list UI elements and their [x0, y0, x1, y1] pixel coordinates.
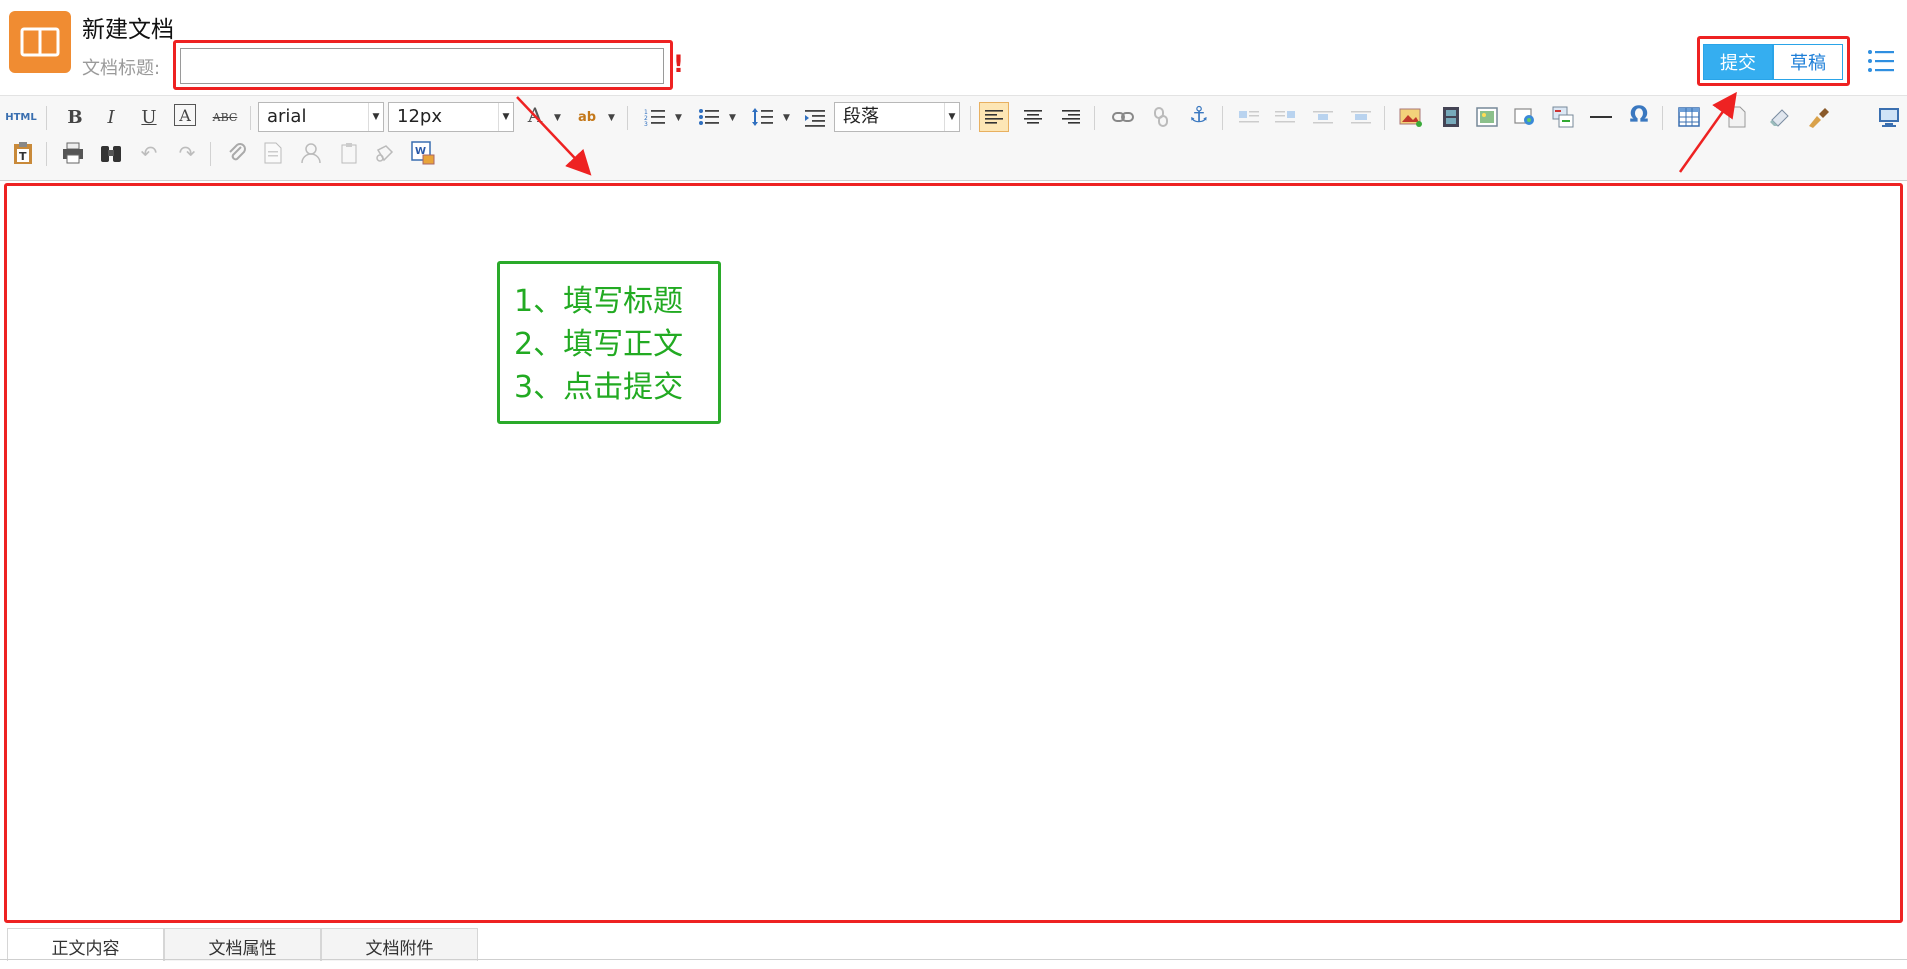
required-mark: ! — [673, 50, 684, 78]
special-char-icon[interactable]: Ω — [1626, 102, 1652, 128]
chevron-down-icon: ▼ — [498, 103, 513, 131]
annotation-title-box — [173, 40, 673, 90]
page-title: 新建文档 — [82, 17, 174, 43]
line-height-icon[interactable] — [750, 104, 776, 130]
font-size-select[interactable]: 12px ▼ — [388, 102, 514, 132]
font-size-value: 12px — [397, 106, 442, 127]
tab-document-attachments[interactable]: 文档附件 — [321, 928, 478, 961]
insert-image-icon[interactable] — [1398, 104, 1424, 130]
ordered-list-icon[interactable]: 123 — [642, 104, 668, 130]
align-center-icon[interactable] — [1020, 104, 1046, 130]
undo-icon[interactable]: ↶ — [136, 140, 162, 166]
tabs-divider — [0, 959, 1907, 960]
insert-frame-icon[interactable] — [1550, 104, 1576, 130]
svg-text:3: 3 — [644, 121, 648, 127]
toolbar-separator — [1384, 106, 1385, 130]
toolbar-separator — [1662, 106, 1663, 130]
toolbar-separator — [46, 106, 47, 130]
search-replace-icon[interactable] — [98, 140, 124, 166]
chevron-down-icon[interactable]: ▼ — [608, 113, 615, 123]
insert-video-icon[interactable] — [1438, 104, 1464, 130]
annotation-actions-box — [1697, 36, 1850, 86]
tab-document-properties[interactable]: 文档属性 — [164, 928, 321, 961]
image-float-left-icon[interactable] — [1236, 104, 1262, 130]
clipboard-icon[interactable] — [336, 140, 362, 166]
editor-toolbar: HTML B I U A ABC arial ▼ 12px ▼ A ▼ ab ▼… — [0, 95, 1907, 181]
toolbar-separator — [250, 106, 251, 130]
word-import-icon[interactable]: W — [410, 140, 436, 166]
page-break-icon[interactable] — [1724, 104, 1750, 130]
annotation-editor-box — [4, 183, 1903, 923]
format-painter-icon[interactable] — [1806, 104, 1832, 130]
image-float-right-icon[interactable] — [1272, 104, 1298, 130]
underline-button[interactable]: U — [136, 104, 162, 130]
font-border-button[interactable]: A — [174, 104, 196, 126]
print-icon[interactable] — [60, 140, 86, 166]
chevron-down-icon[interactable]: ▼ — [675, 113, 682, 123]
chevron-down-icon: ▼ — [368, 103, 383, 131]
chevron-down-icon[interactable]: ▼ — [783, 113, 790, 123]
music-icon[interactable] — [372, 140, 398, 166]
image-center-icon[interactable] — [1348, 104, 1374, 130]
insert-table-icon[interactable] — [1676, 104, 1702, 130]
unordered-list-icon[interactable] — [696, 104, 722, 130]
attachment-icon[interactable] — [224, 140, 250, 166]
font-color-icon[interactable]: A — [522, 102, 548, 128]
chevron-down-icon[interactable]: ▼ — [729, 113, 736, 123]
strikethrough-button[interactable]: ABC — [210, 104, 240, 130]
toolbar-separator — [46, 142, 47, 166]
list-menu-icon[interactable] — [1866, 46, 1896, 76]
font-family-value: arial — [267, 106, 307, 127]
svg-text:T: T — [19, 150, 27, 163]
insert-gallery-icon[interactable] — [1474, 104, 1500, 130]
italic-button[interactable]: I — [98, 104, 124, 130]
toolbar-separator — [1222, 106, 1223, 130]
html-source-button[interactable]: HTML — [4, 104, 38, 130]
chevron-down-icon: ▼ — [944, 103, 959, 131]
paragraph-format-value: 段落 — [843, 106, 879, 127]
font-family-select[interactable]: arial ▼ — [258, 102, 384, 132]
tab-body-content[interactable]: 正文内容 — [7, 928, 164, 961]
document-tabs: 正文内容 文档属性 文档附件 — [7, 928, 1900, 961]
horizontal-rule-icon[interactable] — [1588, 104, 1614, 130]
preview-icon[interactable] — [1876, 104, 1902, 130]
redo-icon[interactable]: ↷ — [174, 140, 200, 166]
bold-button[interactable]: B — [62, 104, 88, 130]
link-icon[interactable] — [1110, 104, 1136, 130]
title-field-label: 文档标题: — [82, 58, 161, 79]
toolbar-separator — [627, 106, 628, 130]
app-icon — [9, 11, 71, 73]
anchor-icon[interactable]: ⚓ — [1186, 102, 1212, 128]
paragraph-format-select[interactable]: 段落 ▼ — [834, 102, 960, 132]
align-right-icon[interactable] — [1058, 104, 1084, 130]
image-none-icon[interactable] — [1310, 104, 1336, 130]
unlink-icon[interactable] — [1148, 104, 1174, 130]
user-icon[interactable] — [298, 140, 324, 166]
book-icon — [20, 27, 60, 57]
toolbar-separator — [1094, 106, 1095, 130]
insert-map-icon[interactable] — [1512, 104, 1538, 130]
align-left-icon[interactable] — [979, 102, 1009, 132]
toolbar-separator — [210, 142, 211, 166]
eraser-icon[interactable] — [1766, 104, 1792, 130]
toolbar-separator — [970, 106, 971, 130]
template-icon[interactable] — [260, 140, 286, 166]
paste-text-icon[interactable]: T — [10, 140, 36, 166]
chevron-down-icon[interactable]: ▼ — [554, 113, 561, 123]
highlight-color-icon[interactable]: ab — [574, 104, 600, 130]
paragraph-indent-icon[interactable] — [802, 104, 828, 130]
